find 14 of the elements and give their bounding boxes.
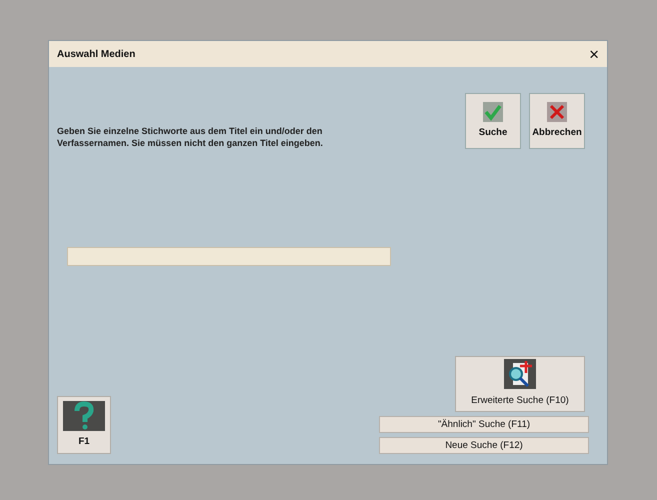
search-option-button[interactable]: "Ähnlich" Suche (F11) — [379, 416, 589, 433]
close-button[interactable]: × — [587, 46, 601, 62]
checkmark-icon — [483, 102, 503, 122]
magnifier-document-icon — [504, 359, 536, 390]
help-button[interactable]: F1 — [57, 396, 111, 454]
search-field[interactable] — [67, 247, 391, 266]
window-title: Auswahl Medien — [57, 48, 136, 62]
instruction-text: Geben Sie einzelne Stichworte aus dem Titel ein und/oder den Verfassernamen. Sie müssen nicht den ganzen Titel eingeben. — [57, 124, 324, 149]
search-button[interactable]: Suche — [465, 93, 521, 149]
advanced-search-button[interactable]: Erweiterte Suche (F10) — [455, 356, 585, 412]
search-option-button[interactable]: Neue Suche (F12) — [379, 437, 589, 454]
cross-icon — [547, 102, 567, 122]
cancel-button[interactable]: Abbrechen — [529, 93, 585, 149]
question-mark-icon — [63, 400, 105, 431]
